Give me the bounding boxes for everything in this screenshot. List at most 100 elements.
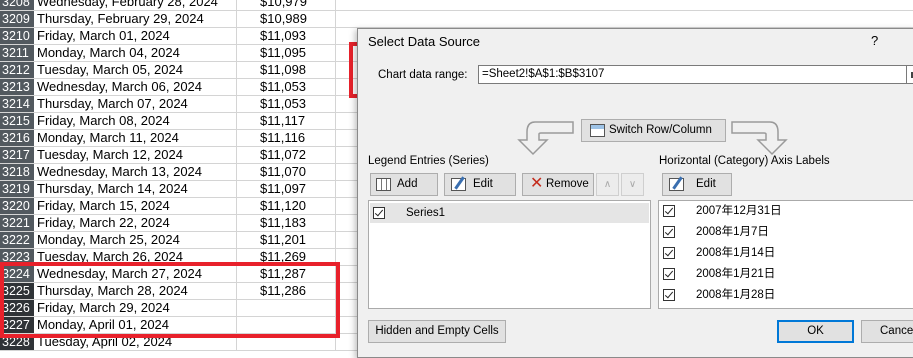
chart-data-range-input[interactable]: =Sheet2!$A$1:$B$3107: [478, 65, 908, 84]
series-item[interactable]: Series1: [370, 203, 649, 223]
row-number[interactable]: 3211: [0, 45, 34, 61]
date-cell[interactable]: Monday, March 04, 2024: [35, 45, 237, 61]
axis-label-item[interactable]: 2007年12月31日: [660, 201, 910, 221]
axis-label-item[interactable]: 2008年1月28日: [660, 285, 910, 305]
ok-button[interactable]: OK: [777, 320, 854, 343]
add-label: Add: [397, 178, 418, 190]
row-number[interactable]: 3218: [0, 164, 34, 180]
value-cell[interactable]: $11,286: [238, 283, 336, 299]
row-number[interactable]: 3213: [0, 79, 34, 95]
row-number[interactable]: 3225: [0, 283, 34, 299]
axis-label-item[interactable]: 2008年1月14日: [660, 243, 910, 263]
row-number[interactable]: 3212: [0, 62, 34, 78]
date-cell[interactable]: Wednesday, February 28, 2024: [35, 0, 237, 10]
value-cell[interactable]: [238, 334, 336, 350]
date-cell[interactable]: Tuesday, March 05, 2024: [35, 62, 237, 78]
date-cell[interactable]: Friday, March 01, 2024: [35, 28, 237, 44]
date-cell[interactable]: Thursday, February 29, 2024: [35, 11, 237, 27]
value-cell[interactable]: $11,183: [238, 215, 336, 231]
date-cell[interactable]: Friday, March 22, 2024: [35, 215, 237, 231]
axis-label-checkbox[interactable]: [663, 268, 675, 280]
empty-cell[interactable]: [337, 0, 913, 10]
value-cell[interactable]: $11,053: [238, 96, 336, 112]
date-cell[interactable]: Monday, March 25, 2024: [35, 232, 237, 248]
date-cell[interactable]: Friday, March 15, 2024: [35, 198, 237, 214]
date-cell[interactable]: Tuesday, March 26, 2024: [35, 249, 237, 265]
hidden-empty-cells-button[interactable]: Hidden and Empty Cells: [368, 320, 506, 343]
series-list[interactable]: Series1: [368, 200, 651, 309]
series-checkbox[interactable]: [373, 207, 385, 219]
value-cell[interactable]: [238, 300, 336, 316]
row-number[interactable]: 3216: [0, 130, 34, 146]
value-cell[interactable]: $11,053: [238, 79, 336, 95]
remove-series-button[interactable]: ✕ Remove: [522, 173, 594, 196]
edit-axis-label: Edit: [696, 178, 716, 190]
row-number[interactable]: 3221: [0, 215, 34, 231]
axis-label-checkbox[interactable]: [663, 226, 675, 238]
value-cell[interactable]: $11,097: [238, 181, 336, 197]
row-number[interactable]: 3228: [0, 334, 34, 350]
value-cell[interactable]: $11,095: [238, 45, 336, 61]
date-cell[interactable]: Tuesday, April 02, 2024: [35, 334, 237, 350]
move-down-button[interactable]: ∨: [621, 173, 644, 196]
value-cell[interactable]: $11,269: [238, 249, 336, 265]
date-cell[interactable]: Wednesday, March 06, 2024: [35, 79, 237, 95]
date-cell[interactable]: Thursday, March 07, 2024: [35, 96, 237, 112]
date-cell[interactable]: Thursday, March 14, 2024: [35, 181, 237, 197]
date-cell[interactable]: Friday, March 29, 2024: [35, 300, 237, 316]
remove-icon: ✕: [530, 175, 544, 192]
axis-label-checkbox[interactable]: [663, 205, 675, 217]
edit-axis-icon: [669, 178, 684, 191]
edit-axis-labels-button[interactable]: Edit: [662, 173, 732, 196]
row-number[interactable]: 3224: [0, 266, 34, 282]
axis-label-checkbox[interactable]: [663, 247, 675, 259]
value-cell[interactable]: $11,093: [238, 28, 336, 44]
row-number[interactable]: 3208: [0, 0, 34, 10]
edit-icon: [451, 178, 466, 191]
value-cell[interactable]: $11,070: [238, 164, 336, 180]
axis-label-checkbox[interactable]: [663, 289, 675, 301]
date-cell[interactable]: Monday, March 11, 2024: [35, 130, 237, 146]
axis-label-text: 2008年1月28日: [696, 289, 776, 301]
date-cell[interactable]: Friday, March 08, 2024: [35, 113, 237, 129]
date-cell[interactable]: Monday, April 01, 2024: [35, 317, 237, 333]
cancel-button[interactable]: Cancel: [861, 320, 913, 343]
date-cell[interactable]: Tuesday, March 12, 2024: [35, 147, 237, 163]
value-cell[interactable]: $11,120: [238, 198, 336, 214]
row-number[interactable]: 3222: [0, 232, 34, 248]
row-number[interactable]: 3220: [0, 198, 34, 214]
value-cell[interactable]: $11,201: [238, 232, 336, 248]
row-number[interactable]: 3223: [0, 249, 34, 265]
axis-labels-list[interactable]: 2007年12月31日 2008年1月7日 2008年1月14日 2008年1月…: [658, 200, 913, 309]
row-number[interactable]: 3209: [0, 11, 34, 27]
collapse-range-button[interactable]: [906, 65, 913, 84]
date-cell[interactable]: Wednesday, March 27, 2024: [35, 266, 237, 282]
row-number[interactable]: 3215: [0, 113, 34, 129]
help-button[interactable]: ?: [871, 33, 878, 48]
axis-label-item[interactable]: 2008年1月7日: [660, 222, 910, 242]
switch-row-column-button[interactable]: Switch Row/Column: [581, 119, 726, 142]
value-cell[interactable]: $11,287: [238, 266, 336, 282]
add-series-button[interactable]: Add: [370, 173, 438, 196]
value-cell[interactable]: $11,117: [238, 113, 336, 129]
sheet-row: 3208 Wednesday, February 28, 2024 $10,97…: [0, 0, 913, 11]
row-number[interactable]: 3210: [0, 28, 34, 44]
date-cell[interactable]: Thursday, March 28, 2024: [35, 283, 237, 299]
row-number[interactable]: 3226: [0, 300, 34, 316]
curved-arrow-left-icon: [517, 121, 574, 156]
value-cell[interactable]: $11,072: [238, 147, 336, 163]
axis-label-item[interactable]: 2008年1月21日: [660, 264, 910, 284]
edit-series-button[interactable]: Edit: [444, 173, 516, 196]
row-number[interactable]: 3214: [0, 96, 34, 112]
value-cell[interactable]: $10,989: [238, 11, 336, 27]
move-up-button[interactable]: ∧: [596, 173, 619, 196]
value-cell[interactable]: $10,979: [238, 0, 336, 10]
value-cell[interactable]: $11,098: [238, 62, 336, 78]
date-cell[interactable]: Wednesday, March 13, 2024: [35, 164, 237, 180]
row-number[interactable]: 3217: [0, 147, 34, 163]
row-number[interactable]: 3227: [0, 317, 34, 333]
value-cell[interactable]: [238, 317, 336, 333]
row-number[interactable]: 3219: [0, 181, 34, 197]
empty-cell[interactable]: [337, 11, 913, 27]
value-cell[interactable]: $11,116: [238, 130, 336, 146]
